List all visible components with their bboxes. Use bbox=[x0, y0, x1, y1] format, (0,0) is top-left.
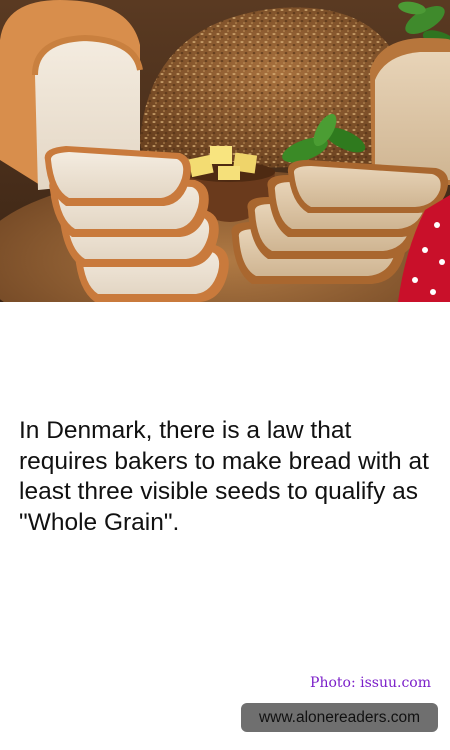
website-badge[interactable]: www.alonereaders.com bbox=[241, 703, 438, 732]
bread-photo bbox=[0, 0, 450, 302]
wheat-loaf bbox=[370, 38, 450, 185]
bread-illustration bbox=[0, 0, 450, 302]
photo-credit: Photo: issuu.com bbox=[310, 675, 431, 691]
fact-text: In Denmark, there is a law that requires… bbox=[19, 417, 429, 536]
